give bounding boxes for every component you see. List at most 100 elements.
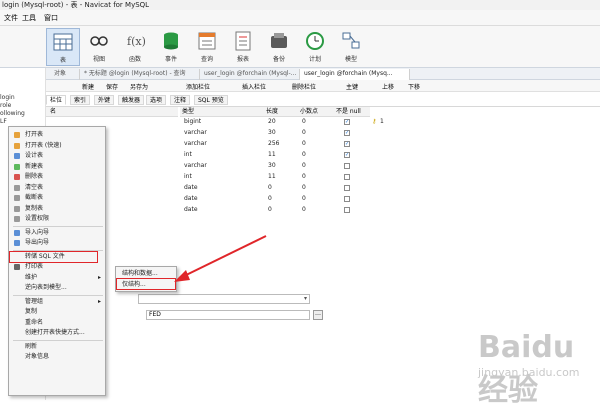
tab-user-login-1[interactable]: user_login @forchain (Mysql-...: [200, 69, 300, 80]
not-null-checkbox[interactable]: [344, 185, 350, 191]
ribbon-backup-button[interactable]: 备份: [262, 28, 296, 66]
not-null-checkbox[interactable]: ✓: [344, 152, 350, 158]
cell-decimals[interactable]: 0: [302, 172, 306, 182]
cell-type[interactable]: bigint: [184, 117, 201, 127]
ribbon-report-button[interactable]: 报表: [226, 28, 260, 66]
subtab-comments[interactable]: 注释: [170, 95, 191, 105]
not-null-checkbox[interactable]: [344, 196, 350, 202]
cell-decimals[interactable]: 0: [302, 183, 306, 193]
cell-length[interactable]: 30: [268, 128, 276, 138]
tree-item[interactable]: ollowing: [0, 110, 25, 117]
tree-item[interactable]: role: [0, 102, 11, 109]
insert-field-button[interactable]: 插入栏位: [242, 82, 266, 91]
comment-field[interactable]: FED: [146, 310, 310, 320]
cell-type[interactable]: varchar: [184, 139, 207, 149]
menu-item[interactable]: 截断表: [11, 193, 105, 203]
tree-item[interactable]: LF: [0, 118, 7, 125]
subtab-options[interactable]: 选项: [146, 95, 167, 105]
ribbon-model-button[interactable]: 模型: [334, 28, 368, 66]
subtab-sql-preview[interactable]: SQL 预览: [194, 95, 228, 105]
menu-item[interactable]: 打开表: [11, 130, 105, 140]
menu-item[interactable]: 导出向导: [11, 238, 105, 248]
menu-item[interactable]: 清空表: [11, 183, 105, 193]
menu-item[interactable]: 打开表 (快速): [11, 141, 105, 151]
menu-item[interactable]: 删除表: [11, 172, 105, 182]
menu-file[interactable]: 文件: [4, 13, 18, 23]
cell-length[interactable]: 30: [268, 161, 276, 171]
cell-length[interactable]: 0: [268, 194, 272, 204]
cell-length[interactable]: 20: [268, 117, 276, 127]
menu-item[interactable]: 创建打开表快捷方式...: [11, 328, 105, 338]
not-null-checkbox[interactable]: ✓: [344, 119, 350, 125]
menu-item-icon: [14, 330, 20, 336]
subtab-triggers[interactable]: 触发器: [118, 95, 145, 105]
menu-item[interactable]: 对象信息: [11, 352, 105, 362]
cell-decimals[interactable]: 0: [302, 150, 306, 160]
ribbon-query-button[interactable]: 查询: [190, 28, 224, 66]
cell-type[interactable]: date: [184, 205, 198, 215]
primary-key-button[interactable]: 主键: [346, 82, 358, 91]
not-null-checkbox[interactable]: ✓: [344, 141, 350, 147]
default-select[interactable]: ▾: [138, 294, 310, 304]
move-down-button[interactable]: 下移: [408, 82, 420, 91]
tab-query[interactable]: * 无标题 @login (Mysql-root) - 查询: [80, 69, 200, 80]
menu-item[interactable]: 刷新: [11, 342, 105, 352]
menu-tools[interactable]: 工具: [22, 13, 36, 23]
menu-item[interactable]: 设置权限: [11, 214, 105, 224]
menu-item[interactable]: 逆向表到模型...: [11, 283, 105, 293]
delete-field-button[interactable]: 删除栏位: [292, 82, 316, 91]
not-null-checkbox[interactable]: [344, 163, 350, 169]
menu-separator: [13, 225, 103, 227]
cell-decimals[interactable]: 0: [302, 205, 306, 215]
subtab-foreign-keys[interactable]: 外键: [94, 95, 115, 105]
menu-item-dump-sql[interactable]: 转储 SQL 文件: [9, 250, 105, 263]
cell-length[interactable]: 11: [268, 172, 276, 182]
subtab-indexes[interactable]: 索引: [70, 95, 91, 105]
cell-decimals[interactable]: 0: [302, 128, 306, 138]
cell-decimals[interactable]: 0: [302, 117, 306, 127]
menu-item[interactable]: 新建表: [11, 162, 105, 172]
menu-item[interactable]: 管理组 ▸: [11, 297, 105, 307]
cell-decimals[interactable]: 0: [302, 139, 306, 149]
cell-length[interactable]: 11: [268, 150, 276, 160]
menu-item[interactable]: 复制: [11, 307, 105, 317]
cell-type[interactable]: int: [184, 150, 192, 160]
cell-type[interactable]: date: [184, 183, 198, 193]
menu-item[interactable]: 重命名: [11, 318, 105, 328]
subtab-fields[interactable]: 栏位: [46, 95, 67, 105]
ribbon-view-button[interactable]: 视图: [82, 28, 116, 66]
not-null-checkbox[interactable]: [344, 207, 350, 213]
cell-length[interactable]: 256: [268, 139, 279, 149]
ellipsis-button[interactable]: …: [313, 310, 323, 320]
tab-user-login-2[interactable]: user_login @forchain (Mysq...: [300, 69, 410, 80]
ribbon-schedule-button[interactable]: 计划: [298, 28, 332, 66]
cell-type[interactable]: varchar: [184, 161, 207, 171]
cell-type[interactable]: varchar: [184, 128, 207, 138]
menu-item-label: 打开表 (快速): [25, 141, 62, 149]
ribbon-table-button[interactable]: 表: [46, 28, 80, 66]
add-field-button[interactable]: 添加栏位: [186, 82, 210, 91]
menu-item[interactable]: 打印表: [11, 262, 105, 272]
cell-length[interactable]: 0: [268, 205, 272, 215]
move-up-button[interactable]: 上移: [382, 82, 394, 91]
menu-item[interactable]: 设计表: [11, 151, 105, 161]
cell-length[interactable]: 0: [268, 183, 272, 193]
cell-decimals[interactable]: 0: [302, 161, 306, 171]
not-null-checkbox[interactable]: [344, 174, 350, 180]
tab-objects[interactable]: 对象: [50, 69, 80, 80]
cell-type[interactable]: int: [184, 172, 192, 182]
menu-item[interactable]: 维护 ▸: [11, 273, 105, 283]
menu-item[interactable]: 复制表: [11, 204, 105, 214]
not-null-checkbox[interactable]: ✓: [344, 130, 350, 136]
cell-type[interactable]: date: [184, 194, 198, 204]
save-button[interactable]: 保存: [106, 82, 118, 91]
ribbon-function-button[interactable]: f(x) 函数: [118, 28, 152, 66]
menu-item-icon: [14, 354, 20, 360]
cell-decimals[interactable]: 0: [302, 194, 306, 204]
new-button[interactable]: 新建: [82, 82, 94, 91]
menu-window[interactable]: 窗口: [44, 13, 58, 23]
menu-item[interactable]: 导入向导: [11, 228, 105, 238]
ribbon-event-button[interactable]: 事件: [154, 28, 188, 66]
save-as-button[interactable]: 另存为: [130, 82, 148, 91]
tree-item[interactable]: login: [0, 94, 15, 101]
